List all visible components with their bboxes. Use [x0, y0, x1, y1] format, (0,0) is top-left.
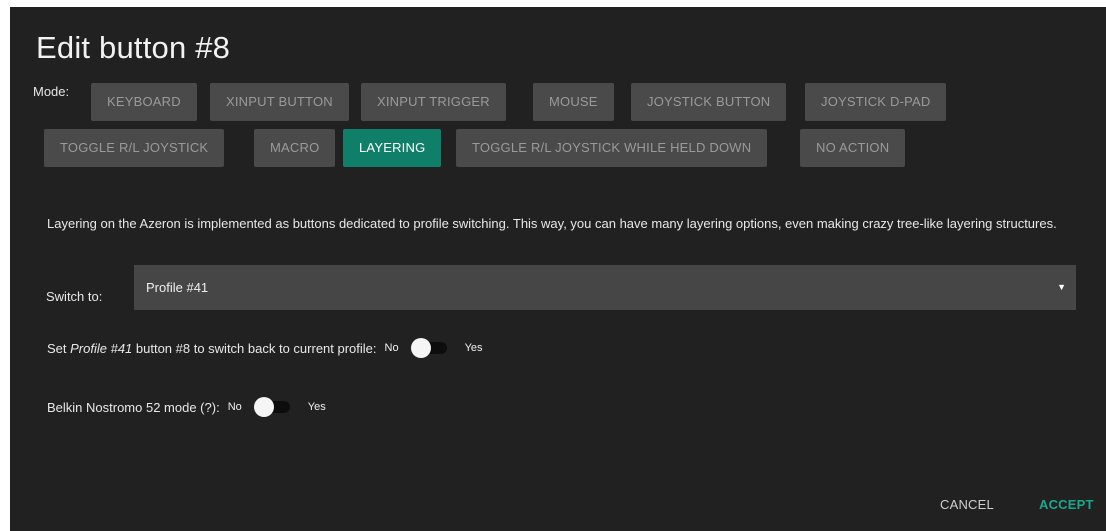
edit-button-dialog: Edit button #8 Mode: KEYBOARD XINPUT BUT…: [10, 7, 1106, 531]
profile-select-value: Profile #41: [146, 280, 209, 295]
mode-button-macro[interactable]: MACRO: [254, 129, 336, 167]
switch-back-yes-label: Yes: [464, 342, 483, 354]
nostromo-yes-label: Yes: [307, 401, 326, 413]
dialog-title: Edit button #8: [36, 30, 231, 65]
mode-button-joystick-button[interactable]: JOYSTICK BUTTON: [631, 83, 787, 121]
mode-button-toggle-rl-joystick[interactable]: TOGGLE R/L JOYSTICK: [44, 129, 225, 167]
nostromo-toggle[interactable]: [253, 397, 292, 417]
switch-to-label: Switch to:: [46, 289, 103, 304]
mode-button-mouse[interactable]: MOUSE: [533, 83, 614, 121]
nostromo-label: Belkin Nostromo 52 mode (?):: [47, 399, 220, 415]
mode-button-joystick-dpad[interactable]: JOYSTICK D-PAD: [805, 83, 947, 121]
mode-button-xinput-trigger[interactable]: XINPUT TRIGGER: [361, 83, 506, 121]
accept-button[interactable]: ACCEPT: [1039, 497, 1094, 512]
switch-back-no-label: No: [384, 342, 399, 354]
toggle-knob: [410, 338, 431, 358]
mode-button-no-action[interactable]: NO ACTION: [800, 129, 906, 167]
switch-back-profile: Profile #41: [70, 340, 133, 356]
switch-back-suffix: button #8 to switch back to current prof…: [132, 340, 377, 356]
layering-description: Layering on the Azeron is implemented as…: [47, 216, 1057, 231]
nostromo-no-label: No: [227, 401, 242, 413]
mode-button-layering[interactable]: LAYERING: [343, 129, 442, 167]
mode-button-keyboard[interactable]: KEYBOARD: [91, 83, 197, 121]
switch-back-row: Set Profile #41 button #8 to switch back…: [47, 338, 483, 358]
toggle-knob: [253, 397, 274, 417]
nostromo-row: Belkin Nostromo 52 mode (?): No Yes: [47, 397, 326, 417]
mode-button-toggle-rl-joystick-held[interactable]: TOGGLE R/L JOYSTICK WHILE HELD DOWN: [456, 129, 768, 167]
switch-back-prefix: Set: [47, 340, 71, 356]
mode-button-xinput-button[interactable]: XINPUT BUTTON: [210, 83, 349, 121]
cancel-button[interactable]: CANCEL: [940, 497, 994, 512]
dropdown-caret-icon: ▼: [1057, 282, 1066, 292]
mode-label: Mode:: [33, 84, 70, 99]
profile-select[interactable]: Profile #41 ▼: [134, 265, 1076, 310]
switch-back-toggle[interactable]: [410, 338, 449, 358]
